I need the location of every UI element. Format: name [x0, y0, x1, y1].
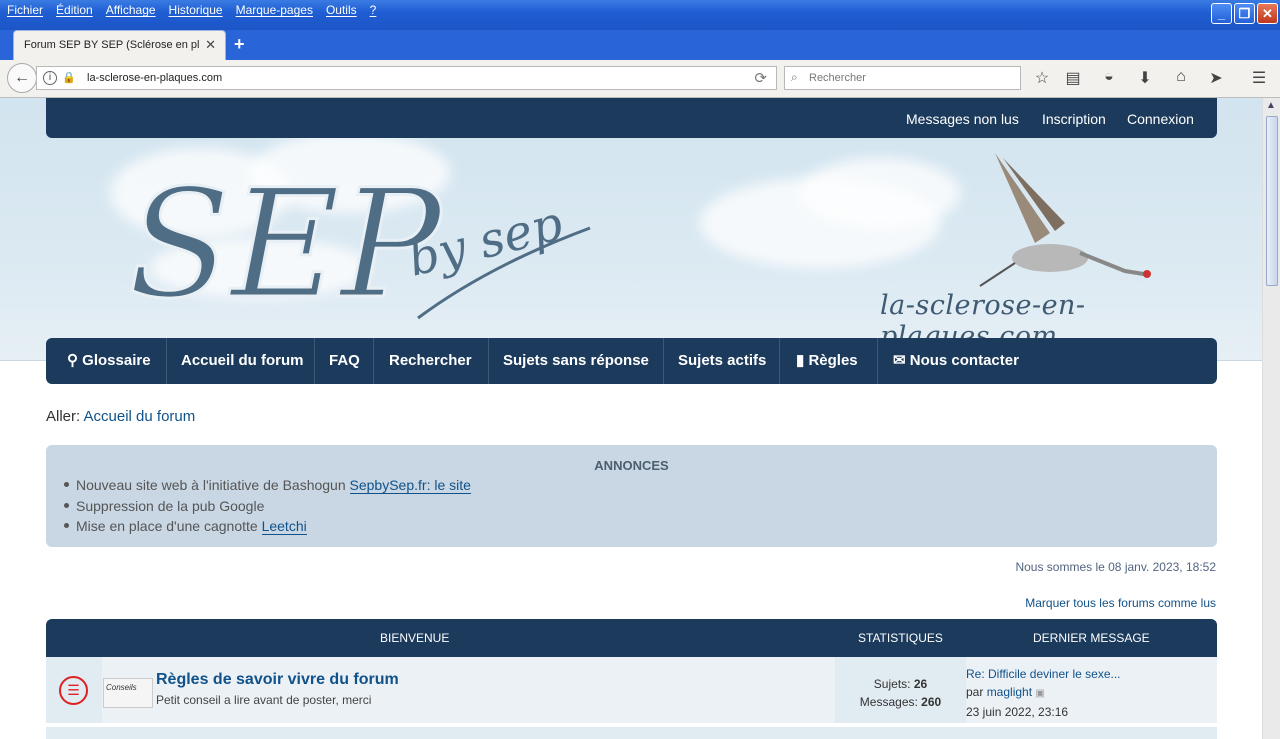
url-bar[interactable]: i 🔒 la-sclerose-en-plaques.com ⟳ — [36, 66, 777, 90]
forum-row: ☰ Conseils Règles de savoir vivre du for… — [46, 657, 1217, 723]
forum-title-link[interactable]: Règles de savoir vivre du forum — [156, 671, 399, 689]
nav-glossaire[interactable]: ⚲ Glossaire — [46, 338, 167, 384]
last-post-date: 23 juin 2022, 23:16 — [966, 705, 1069, 719]
announcements-title: ANNONCES — [594, 458, 669, 473]
menu-marque-pages[interactable]: Marque-pages — [229, 0, 319, 22]
login-link[interactable]: Connexion — [1127, 111, 1194, 127]
menu-bar: Fichier Édition Affichage Historique Mar… — [0, 0, 382, 22]
forum-row — [46, 727, 1217, 739]
last-by-label: par — [966, 685, 984, 699]
nav-rechercher[interactable]: Rechercher — [374, 338, 489, 384]
nav-glossaire-label: Glossaire — [82, 352, 151, 369]
top-bar: Messages non lus Inscription Connexion — [46, 98, 1217, 138]
crane-image — [975, 153, 1165, 296]
menu-edition[interactable]: Édition — [49, 0, 99, 22]
browser-tab[interactable]: Forum SEP BY SEP (Sclérose en pl... ✕ — [13, 30, 226, 60]
announcement-item: Nouveau site web à l'initiative de Basho… — [64, 477, 471, 498]
back-button[interactable]: ← — [7, 63, 37, 93]
announcement-link[interactable]: Leetchi — [261, 518, 307, 535]
web-page: Messages non lus Inscription Connexion S… — [0, 98, 1262, 739]
nav-accueil[interactable]: Accueil du forum — [167, 338, 315, 384]
nav-contact-label: Nous contacter — [909, 352, 1019, 369]
pocket-icon[interactable]: ◒ — [1098, 68, 1120, 86]
menu-fichier[interactable]: Fichier — [0, 0, 49, 22]
bookmark-star-icon[interactable]: ☆ — [1031, 68, 1053, 88]
forum-icon-cell: ☰ — [46, 657, 102, 723]
register-link[interactable]: Inscription — [1042, 111, 1106, 127]
scrollbar-thumb[interactable] — [1266, 116, 1278, 286]
minimize-button[interactable]: _ — [1211, 3, 1232, 24]
announcement-text: Suppression de la pub Google — [76, 497, 265, 514]
nav-regles-label: Règles — [808, 352, 858, 369]
search-input[interactable]: ⌕ Rechercher — [784, 66, 1021, 90]
header-welcome: BIENVENUE — [380, 631, 450, 645]
announcement-text: Nouveau site web à l'initiative de Basho… — [76, 477, 350, 493]
last-message-cell: Re: Difficile deviner le sexe... par mag… — [966, 665, 1121, 721]
book-icon: ▮ — [796, 352, 805, 369]
header-last-message: DERNIER MESSAGE — [1033, 631, 1150, 645]
menu-affichage[interactable]: Affichage — [99, 0, 162, 22]
window-titlebar: Fichier Édition Affichage Historique Mar… — [0, 0, 1280, 30]
tab-strip: Forum SEP BY SEP (Sclérose en pl... ✕ + — [0, 30, 1280, 60]
forum-thumbnail: Conseils — [103, 678, 153, 708]
tab-title: Forum SEP BY SEP (Sclérose en pl... — [24, 39, 199, 51]
navigation-toolbar: ← i 🔒 la-sclerose-en-plaques.com ⟳ ⌕ Rec… — [0, 60, 1280, 98]
restore-button[interactable]: ❐ — [1234, 3, 1255, 24]
last-post-user-link[interactable]: maglight — [987, 685, 1032, 699]
unread-messages-link[interactable]: Messages non lus — [906, 111, 1019, 127]
envelope-icon: ✉ — [893, 352, 906, 369]
home-icon[interactable]: ⌂ — [1170, 68, 1192, 86]
announcement-link[interactable]: SepbySep.fr: le site — [349, 477, 471, 494]
main-navigation: ⚲ Glossaire Accueil du forum FAQ Recherc… — [46, 338, 1217, 384]
forum-table-header: BIENVENUE STATISTIQUES DERNIER MESSAGE — [46, 619, 1217, 657]
nav-actifs[interactable]: Sujets actifs — [664, 338, 780, 384]
reading-list-icon[interactable]: ▤ — [1062, 68, 1084, 88]
breadcrumb: Aller: Accueil du forum — [46, 408, 195, 425]
send-icon[interactable]: ➤ — [1205, 68, 1227, 88]
insecure-lock-icon[interactable]: 🔒 — [62, 71, 76, 84]
announcements-list: Nouveau site web à l'initiative de Basho… — [64, 477, 471, 539]
forum-description: Petit conseil a lire avant de poster, me… — [156, 693, 372, 707]
topics-count: 26 — [913, 677, 928, 691]
nav-regles[interactable]: ▮ Règles — [780, 338, 878, 384]
announcements-box: ANNONCES Nouveau site web à l'initiative… — [46, 445, 1217, 547]
logo-sep-text: SEP — [128, 158, 444, 326]
menu-help[interactable]: ? — [363, 0, 383, 22]
messages-count: 260 — [921, 695, 942, 709]
breadcrumb-home-link[interactable]: Accueil du forum — [84, 408, 196, 425]
site-logo[interactable]: SEP by sep — [127, 146, 598, 334]
header-stats: STATISTIQUES — [858, 631, 943, 645]
topics-label: Sujets: — [873, 677, 911, 691]
announcement-item: Suppression de la pub Google — [64, 498, 471, 519]
forum-stats: Sujets: 26 Messages: 260 — [835, 657, 966, 723]
page-scrollbar[interactable]: ▲ — [1262, 98, 1280, 739]
last-post-link[interactable]: Re: Difficile deviner le sexe... — [966, 667, 1121, 681]
mark-all-read-link[interactable]: Marquer tous les forums comme lus — [1025, 596, 1216, 610]
announcement-text: Mise en place d'une cagnotte — [76, 518, 262, 534]
download-icon[interactable]: ⬇ — [1134, 68, 1156, 88]
scroll-up-icon[interactable]: ▲ — [1266, 100, 1276, 111]
menu-outils[interactable]: Outils — [319, 0, 363, 22]
breadcrumb-label: Aller: — [46, 408, 81, 425]
search-icon: ⌕ — [791, 70, 798, 84]
search-icon: ⚲ — [67, 352, 78, 369]
close-window-button[interactable]: ✕ — [1257, 3, 1278, 24]
nav-sans-reponse[interactable]: Sujets sans réponse — [489, 338, 664, 384]
view-latest-post-icon[interactable]: ▣ — [1035, 688, 1044, 699]
hamburger-menu-icon[interactable]: ☰ — [1248, 68, 1270, 88]
current-date: Nous sommes le 08 janv. 2023, 18:52 — [1015, 560, 1216, 574]
new-tab-icon[interactable]: + — [234, 34, 245, 55]
search-placeholder: Rechercher — [809, 72, 866, 84]
nav-faq[interactable]: FAQ — [315, 338, 374, 384]
info-icon[interactable]: i — [43, 71, 57, 85]
forum-read-icon: ☰ — [59, 676, 88, 705]
url-text[interactable]: la-sclerose-en-plaques.com — [87, 72, 222, 84]
menu-historique[interactable]: Historique — [162, 0, 229, 22]
messages-label: Messages: — [859, 695, 918, 709]
reload-icon[interactable]: ⟳ — [754, 69, 767, 87]
announcement-item: Mise en place d'une cagnotte Leetchi — [64, 518, 471, 539]
nav-contact[interactable]: ✉ Nous contacter — [878, 338, 1038, 384]
tab-close-icon[interactable]: ✕ — [205, 37, 216, 53]
